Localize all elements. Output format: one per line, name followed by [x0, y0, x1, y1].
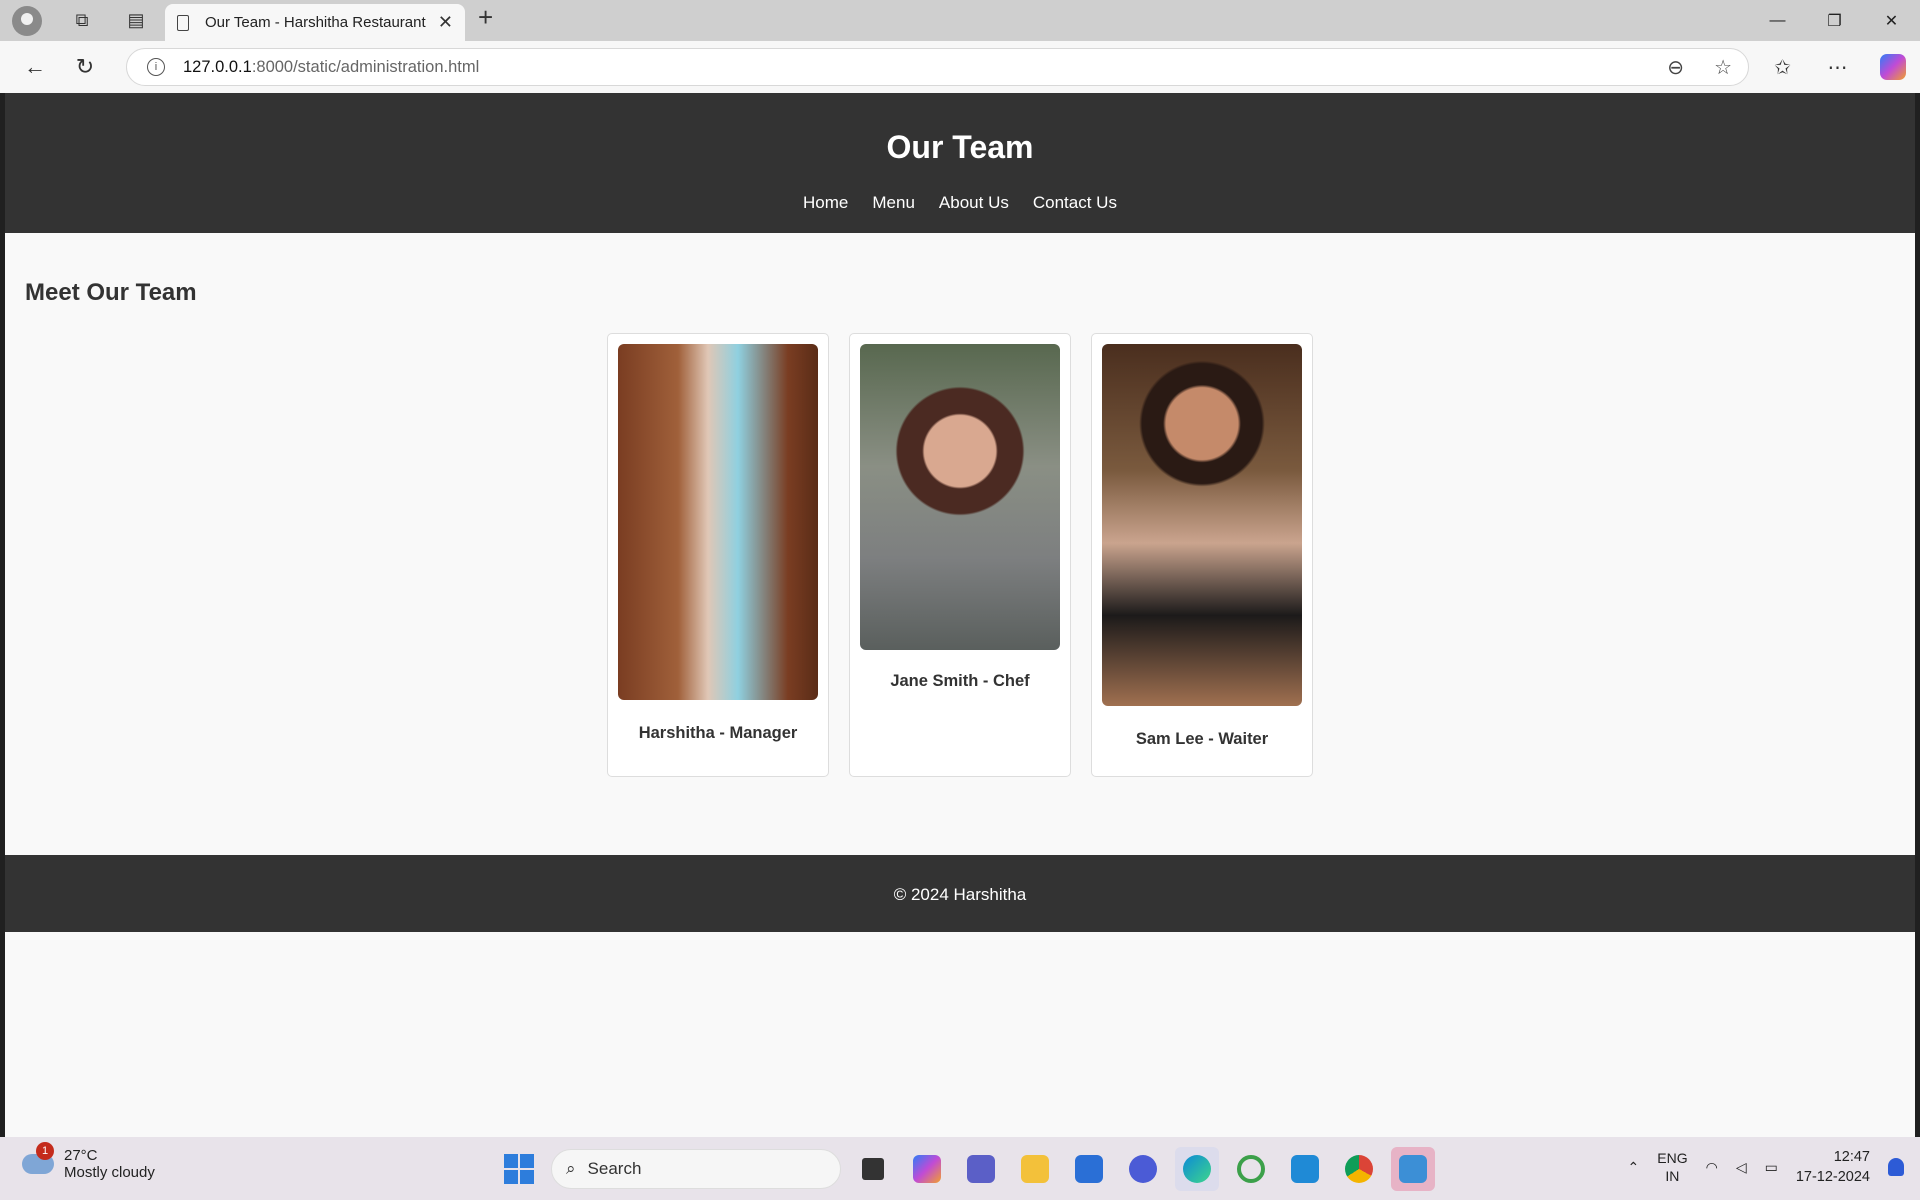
team-card: Harshitha - Manager: [607, 333, 829, 777]
site-header: Our Team Home Menu About Us Contact Us: [5, 93, 1915, 233]
address-toolbar: ← ↻ i 127.0.0.1:8000/static/administrati…: [0, 41, 1920, 93]
favorite-star-icon[interactable]: ☆: [1714, 55, 1732, 80]
copilot-icon[interactable]: [1865, 47, 1920, 87]
url-host: 127.0.0.1: [183, 57, 252, 76]
language-indicator[interactable]: ENG IN: [1657, 1149, 1687, 1185]
weather-badge: 1: [36, 1142, 54, 1160]
back-icon[interactable]: ←: [10, 47, 60, 87]
team-member-photo: [860, 344, 1060, 650]
browser-tab-bar: ⧉ ▤ Our Team - Harshitha Restaurant ✕ + …: [0, 0, 1920, 41]
lang-region: IN: [1665, 1168, 1680, 1184]
page-icon: [177, 14, 189, 31]
workspaces-icon[interactable]: ⧉: [62, 1, 102, 41]
wifi-icon[interactable]: ◠: [1706, 1159, 1718, 1176]
vscode-icon[interactable]: [1283, 1147, 1327, 1191]
clock-time: 12:47: [1833, 1149, 1870, 1165]
team-member-name: Sam Lee - Waiter: [1135, 730, 1269, 748]
address-input[interactable]: i 127.0.0.1:8000/static/administration.h…: [126, 48, 1749, 86]
search-label: Search: [587, 1159, 642, 1178]
header-title: Our Team: [886, 129, 1034, 165]
team-card: Sam Lee - Waiter: [1091, 333, 1313, 777]
nav-contact-us[interactable]: Contact Us: [1033, 193, 1117, 213]
nav-home[interactable]: Home: [803, 193, 848, 213]
cloud-icon: 1: [22, 1142, 54, 1174]
site-footer: © 2024 Harshitha: [5, 855, 1915, 932]
photos-icon[interactable]: [1391, 1147, 1435, 1191]
app-icon[interactable]: [1121, 1147, 1165, 1191]
page-viewport: Our Team Home Menu About Us Contact Us M…: [5, 93, 1915, 1137]
teams-icon[interactable]: [959, 1147, 1003, 1191]
notification-bell-icon[interactable]: [1888, 1158, 1904, 1176]
tab-title: Our Team - Harshitha Restaurant: [205, 14, 426, 31]
volume-icon[interactable]: ◁: [1736, 1159, 1747, 1176]
favorites-icon[interactable]: ✩: [1755, 47, 1810, 87]
main-nav: Home Menu About Us Contact Us: [5, 193, 1915, 213]
team-card: Jane Smith - Chef: [849, 333, 1071, 777]
taskbar: 1 27°C Mostly cloudy ⌕ Search ⌃ ENG IN ◠…: [0, 1137, 1920, 1200]
weather-desc: Mostly cloudy: [64, 1164, 155, 1181]
battery-icon[interactable]: ▭: [1765, 1159, 1778, 1176]
close-tab-icon[interactable]: ✕: [438, 12, 453, 33]
weather-temp: 27°C: [64, 1147, 98, 1164]
refresh-app-icon[interactable]: [1229, 1147, 1273, 1191]
taskbar-search[interactable]: ⌕ Search: [551, 1149, 841, 1189]
clock[interactable]: 12:47 17-12-2024: [1796, 1147, 1870, 1187]
profile-icon[interactable]: [12, 5, 42, 36]
browser-tab[interactable]: Our Team - Harshitha Restaurant ✕: [165, 4, 465, 41]
minimize-icon[interactable]: ―: [1749, 0, 1806, 41]
copilot-app-icon[interactable]: [905, 1147, 949, 1191]
team-member-photo: [1102, 344, 1302, 706]
team-member-name: Jane Smith - Chef: [890, 672, 1030, 690]
vertical-tabs-icon[interactable]: ▤: [116, 1, 156, 41]
restore-icon[interactable]: ❐: [1806, 0, 1863, 41]
reload-icon[interactable]: ↻: [60, 47, 110, 87]
store-icon[interactable]: [1067, 1147, 1111, 1191]
chevron-up-icon[interactable]: ⌃: [1628, 1159, 1640, 1176]
window-controls: ― ❐ ✕: [1749, 0, 1920, 41]
lang-code: ENG: [1657, 1150, 1688, 1166]
url-path: :8000/static/administration.html: [251, 57, 480, 76]
team-grid: Harshitha - Manager Jane Smith - Chef Sa…: [5, 333, 1915, 777]
weather-widget[interactable]: 1 27°C Mostly cloudy: [22, 1142, 155, 1181]
section-title: Meet Our Team: [25, 279, 197, 306]
clock-date: 17-12-2024: [1795, 1169, 1870, 1185]
taskbar-apps: ⌕ Search: [497, 1147, 1435, 1191]
chrome-icon[interactable]: [1337, 1147, 1381, 1191]
file-explorer-icon[interactable]: [1013, 1147, 1057, 1191]
nav-menu[interactable]: Menu: [872, 193, 915, 213]
edge-icon[interactable]: [1175, 1147, 1219, 1191]
zoom-out-icon[interactable]: ⊖: [1667, 55, 1684, 80]
footer-text: © 2024 Harshitha: [893, 885, 1027, 904]
system-tray: ⌃ ENG IN ◠ ◁ ▭ 12:47 17-12-2024: [1628, 1147, 1920, 1187]
site-info-icon[interactable]: i: [147, 58, 165, 76]
team-member-name: Harshitha - Manager: [638, 724, 798, 742]
more-icon[interactable]: ⋯: [1810, 47, 1865, 87]
new-tab-icon[interactable]: +: [478, 2, 493, 33]
nav-about-us[interactable]: About Us: [939, 193, 1009, 213]
search-icon: ⌕: [566, 1159, 576, 1178]
task-view-icon[interactable]: [851, 1147, 895, 1191]
start-icon[interactable]: [497, 1147, 541, 1191]
close-window-icon[interactable]: ✕: [1863, 0, 1920, 41]
team-member-photo: [618, 344, 818, 700]
